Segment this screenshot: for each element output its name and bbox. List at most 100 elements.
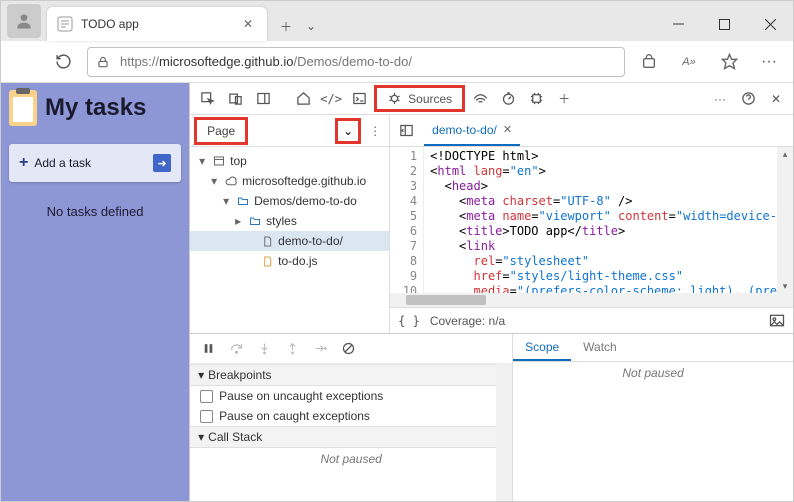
empty-state: No tasks defined bbox=[9, 204, 181, 219]
file-icon bbox=[260, 234, 274, 248]
tab-close-icon[interactable]: ✕ bbox=[243, 17, 257, 31]
file-icon bbox=[260, 254, 274, 268]
code-editor[interactable]: <!DOCTYPE html> <html lang="en"> <head> … bbox=[424, 147, 777, 293]
inspect-icon[interactable] bbox=[194, 86, 220, 112]
tree-domain[interactable]: ▾microsoftedge.github.io bbox=[190, 171, 389, 191]
tree-folder-demos[interactable]: ▾Demos/demo-to-do bbox=[190, 191, 389, 211]
folder-icon bbox=[248, 214, 262, 228]
performance-icon[interactable] bbox=[495, 86, 521, 112]
bug-icon bbox=[387, 91, 402, 106]
address-bar: https://microsoftedge.github.io/Demos/de… bbox=[1, 41, 793, 83]
console-icon[interactable] bbox=[346, 86, 372, 112]
debugger-toolbar bbox=[190, 334, 512, 364]
window-maximize[interactable] bbox=[701, 7, 747, 41]
page-tab[interactable]: Page bbox=[194, 117, 248, 145]
sources-label: Sources bbox=[408, 92, 452, 106]
toggle-navigator-icon[interactable] bbox=[394, 119, 418, 143]
editor-status-bar: { } Coverage: n/a bbox=[390, 307, 793, 333]
scope-tab[interactable]: Scope bbox=[513, 334, 571, 361]
new-tab-button[interactable]: ＋ bbox=[271, 11, 301, 41]
checkbox-icon bbox=[200, 390, 213, 403]
frame-icon bbox=[212, 154, 226, 168]
editor-hscrollbar[interactable] bbox=[390, 293, 793, 307]
favicon-icon bbox=[57, 16, 73, 32]
clipboard-icon bbox=[9, 90, 37, 126]
tab-title: TODO app bbox=[81, 17, 243, 31]
add-task-label: Add a task bbox=[34, 156, 91, 170]
shopping-icon[interactable] bbox=[631, 44, 667, 80]
coverage-status: Coverage: n/a bbox=[430, 314, 505, 328]
scope-tabs: Scope Watch bbox=[513, 334, 793, 362]
navigator-more-icon[interactable]: ⋮ bbox=[365, 124, 385, 138]
debugger-pane: ▾Breakpoints Pause on uncaught exception… bbox=[190, 333, 793, 501]
devtools-more-icon[interactable]: ··· bbox=[707, 86, 733, 112]
file-tree: ▾top ▾microsoftedge.github.io ▾Demos/dem… bbox=[190, 147, 389, 275]
submit-arrow-icon[interactable]: ➜ bbox=[153, 154, 171, 172]
step-out-icon[interactable] bbox=[282, 339, 302, 359]
scope-empty: Not paused bbox=[513, 362, 793, 384]
more-icon[interactable]: ··· bbox=[751, 44, 787, 80]
navigator-pane: Page ⌄ ⋮ ▾top ▾microsoftedge.github.io ▾… bbox=[190, 115, 390, 333]
callstack-header[interactable]: ▾Call Stack bbox=[190, 426, 512, 448]
window-minimize[interactable] bbox=[655, 7, 701, 41]
file-tab[interactable]: demo-to-do/ ✕ bbox=[424, 116, 520, 146]
url-prefix: https:// bbox=[120, 54, 159, 69]
debugger-vscrollbar[interactable] bbox=[496, 364, 512, 501]
step-icon[interactable] bbox=[310, 339, 330, 359]
window-titlebar: TODO app ✕ ＋ ⌄ bbox=[1, 1, 793, 41]
watch-tab[interactable]: Watch bbox=[571, 334, 629, 361]
checkbox-icon bbox=[200, 410, 213, 423]
url-path: /Demos/demo-to-do/ bbox=[293, 54, 412, 69]
lock-icon bbox=[96, 55, 110, 69]
device-toggle-icon[interactable] bbox=[222, 86, 248, 112]
pause-icon[interactable] bbox=[198, 339, 218, 359]
app-title: My tasks bbox=[45, 94, 146, 122]
devtools-panel: </> Sources ＋ ··· ✕ P bbox=[189, 83, 793, 501]
memory-icon[interactable] bbox=[523, 86, 549, 112]
plus-icon: + bbox=[19, 154, 28, 172]
network-icon[interactable] bbox=[467, 86, 493, 112]
tree-file-html[interactable]: demo-to-do/ bbox=[190, 231, 389, 251]
favorite-icon[interactable] bbox=[711, 44, 747, 80]
url-host: microsoftedge.github.io bbox=[159, 54, 293, 69]
tree-file-js[interactable]: to-do.js bbox=[190, 251, 389, 271]
devtools-toolbar: </> Sources ＋ ··· ✕ bbox=[190, 83, 793, 115]
tree-top[interactable]: ▾top bbox=[190, 151, 389, 171]
file-tab-close-icon[interactable]: ✕ bbox=[503, 123, 512, 136]
pause-uncaught-toggle[interactable]: Pause on uncaught exceptions bbox=[190, 386, 512, 406]
url-input[interactable]: https://microsoftedge.github.io/Demos/de… bbox=[87, 47, 625, 77]
step-into-icon[interactable] bbox=[254, 339, 274, 359]
pretty-print-icon[interactable]: { } bbox=[398, 314, 420, 328]
callstack-empty: Not paused bbox=[190, 448, 512, 470]
source-map-icon[interactable] bbox=[769, 314, 785, 327]
window-close[interactable] bbox=[747, 7, 793, 41]
folder-icon bbox=[236, 194, 250, 208]
read-aloud-icon[interactable]: A» bbox=[671, 44, 707, 80]
tree-folder-styles[interactable]: ▸styles bbox=[190, 211, 389, 231]
pause-caught-toggle[interactable]: Pause on caught exceptions bbox=[190, 406, 512, 426]
add-task-button[interactable]: + Add a task ➜ bbox=[9, 144, 181, 182]
browser-tab[interactable]: TODO app ✕ bbox=[47, 7, 267, 41]
help-icon[interactable] bbox=[735, 86, 761, 112]
cloud-icon bbox=[224, 174, 238, 188]
step-over-icon[interactable] bbox=[226, 339, 246, 359]
add-tab-icon[interactable]: ＋ bbox=[551, 86, 577, 112]
elements-icon[interactable]: </> bbox=[318, 86, 344, 112]
deactivate-breakpoints-icon[interactable] bbox=[338, 339, 358, 359]
file-tab-label: demo-to-do/ bbox=[432, 123, 497, 137]
breakpoints-header[interactable]: ▾Breakpoints bbox=[190, 364, 512, 386]
line-gutter: 12345678910 bbox=[390, 147, 424, 293]
editor-vscrollbar[interactable]: ▴▾ bbox=[777, 147, 793, 293]
welcome-icon[interactable] bbox=[290, 86, 316, 112]
navigator-dropdown[interactable]: ⌄ bbox=[335, 118, 361, 144]
refresh-button[interactable] bbox=[45, 44, 81, 80]
todo-app: My tasks + Add a task ➜ No tasks defined bbox=[1, 83, 189, 501]
chevron-down-icon: ▾ bbox=[198, 430, 204, 444]
sources-tab[interactable]: Sources bbox=[374, 85, 465, 112]
devtools-close-icon[interactable]: ✕ bbox=[763, 86, 789, 112]
profile-button[interactable] bbox=[7, 4, 41, 38]
chevron-down-icon: ▾ bbox=[198, 368, 204, 382]
side-panel-icon[interactable] bbox=[250, 86, 276, 112]
editor-pane: demo-to-do/ ✕ 12345678910 <!DOCTYPE html… bbox=[390, 115, 793, 333]
tab-dropdown[interactable]: ⌄ bbox=[301, 11, 321, 41]
